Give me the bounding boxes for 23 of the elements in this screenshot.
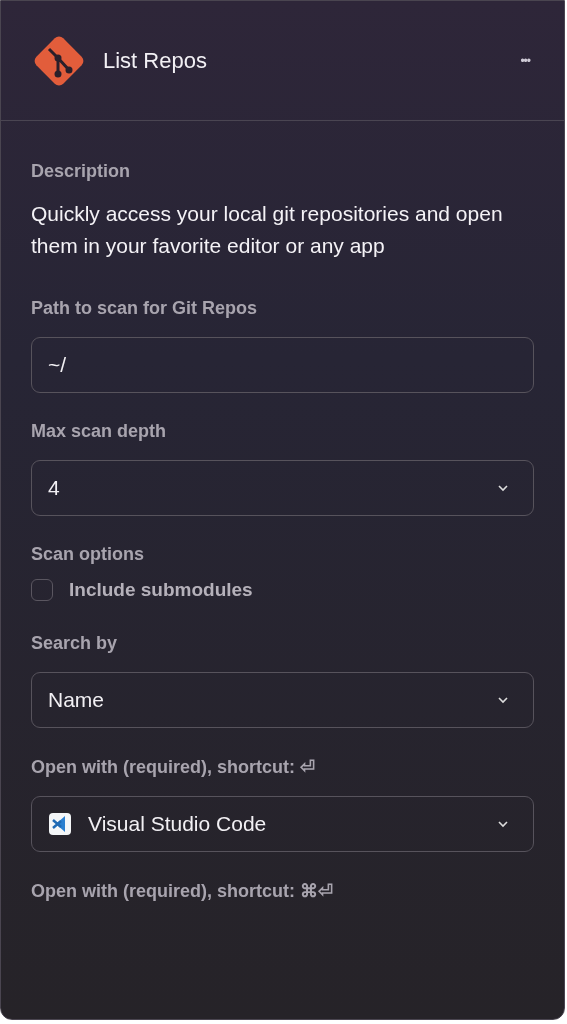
checkbox-label: Include submodules [69, 579, 253, 601]
code-editor-icon [48, 812, 72, 836]
field-label: Path to scan for Git Repos [31, 298, 259, 319]
field-label: Description [31, 161, 132, 182]
description-text: Quickly access your local git repositories and open them in your favorite editor or any app [31, 201, 504, 259]
chevron-down-icon [497, 484, 509, 492]
field-label: Search by [31, 633, 119, 654]
dropdown-value: 4 [48, 476, 61, 500]
dropdown[interactable]: 4 [31, 460, 534, 516]
dropdown-value: Name [48, 688, 106, 712]
dropdown[interactable]: Visual Studio Code [31, 796, 534, 852]
checkbox[interactable] [31, 579, 53, 601]
dropdown-value: Visual Studio Code [88, 812, 268, 836]
dropdown[interactable]: Name [31, 672, 534, 728]
field-label: Open with (required), shortcut: ⌘⏎ [31, 880, 334, 902]
chevron-down-icon [497, 696, 509, 704]
field-label: Max scan depth [31, 421, 168, 442]
field-label: Scan options [31, 544, 145, 565]
extension-title: List Repos [103, 47, 208, 74]
field-label: Open with (required), shortcut: ⏎ [31, 756, 316, 778]
text-field[interactable]: ~/ [31, 337, 534, 393]
more-button[interactable]: ••• [516, 49, 534, 72]
chevron-down-icon [497, 820, 509, 828]
